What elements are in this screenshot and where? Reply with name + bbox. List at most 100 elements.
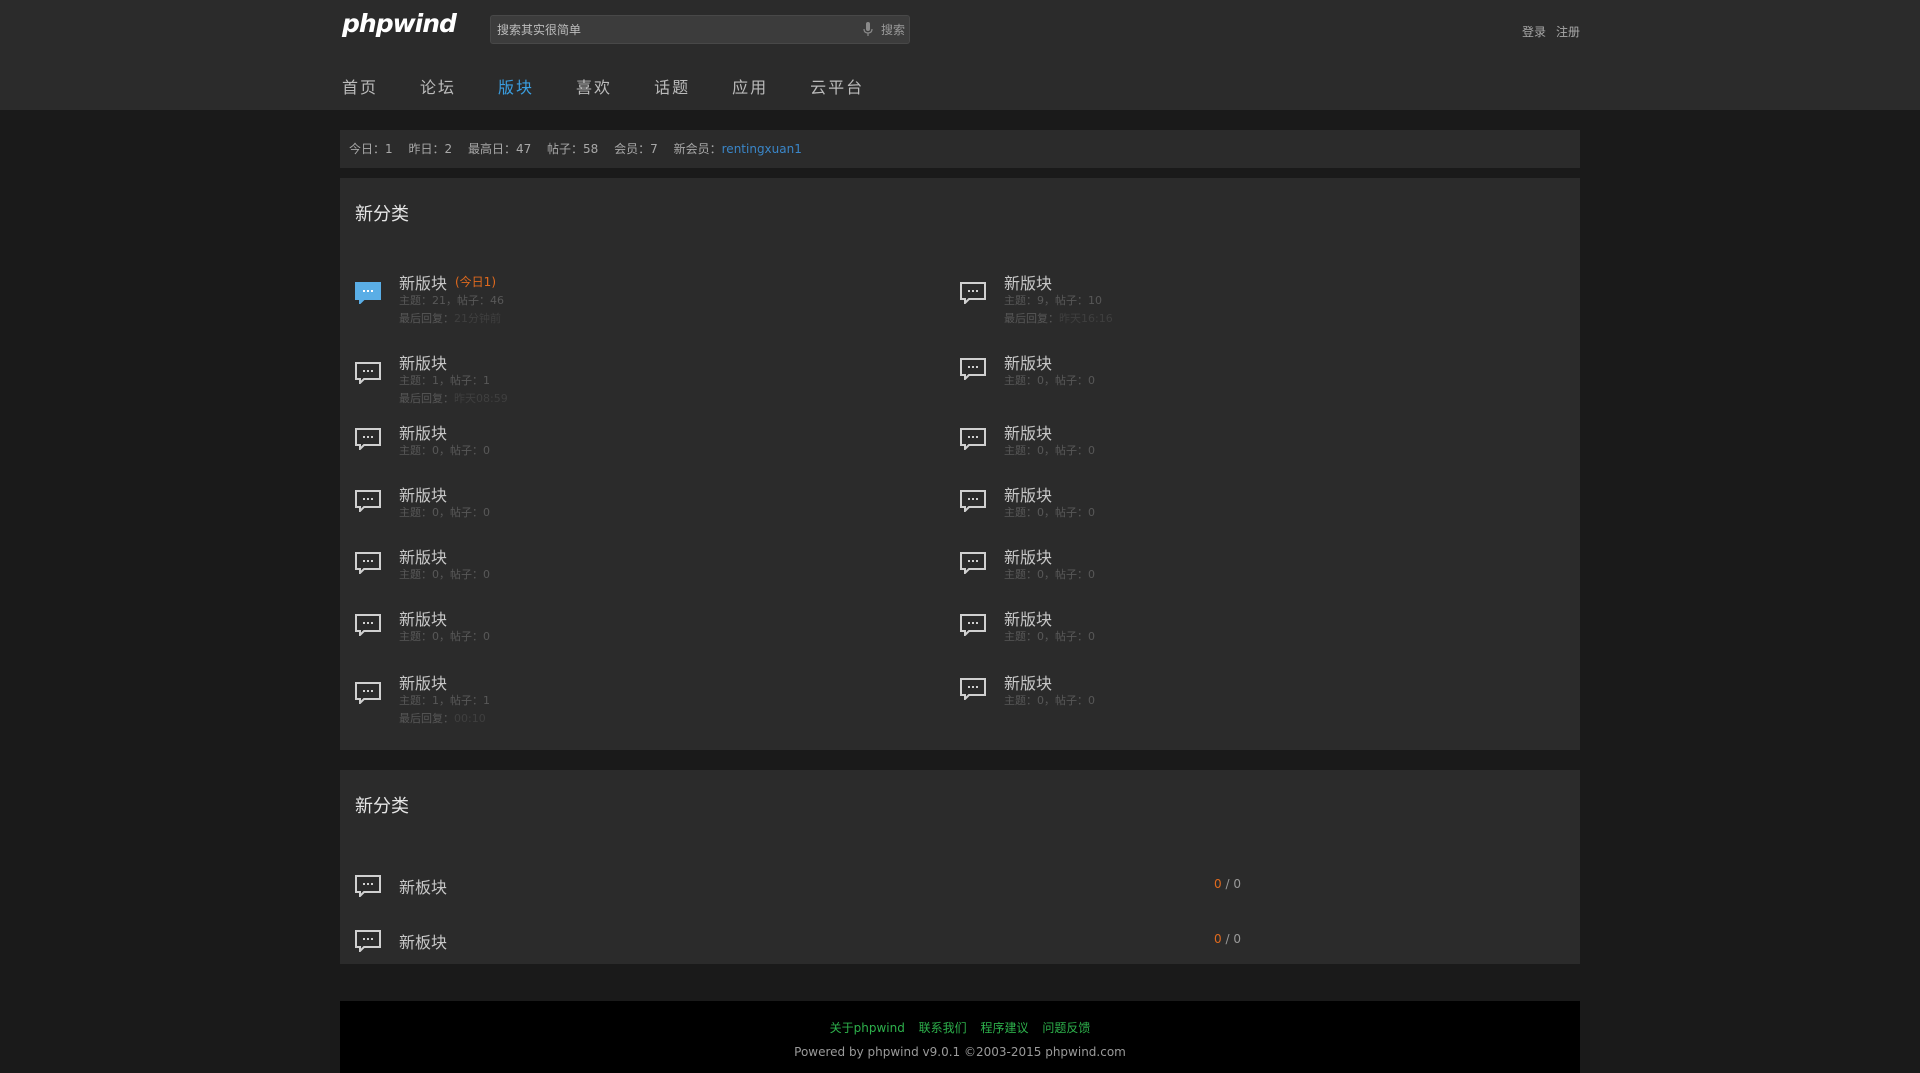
forum-stats: 主题：1，帖子：1 — [399, 374, 490, 387]
forum-chat-icon — [355, 490, 381, 514]
forum-item[interactable]: 新版块 主题：1，帖子：1 最后回复：昨天08:59 — [340, 350, 900, 410]
forum-stats: 主题：21，帖子：46 — [399, 294, 504, 307]
forum-chat-icon — [960, 358, 986, 382]
forum-name[interactable]: 新版块 — [399, 606, 447, 630]
forum-name[interactable]: 新版块 — [399, 544, 447, 568]
forum-name[interactable]: 新版块 — [1004, 270, 1052, 294]
forum-last-reply-label: 最后回复： — [399, 392, 454, 405]
footer-link-suggest[interactable]: 程序建议 — [981, 1021, 1029, 1035]
forum-total-posts: 0 — [1233, 877, 1241, 891]
category-title: 新分类 — [355, 796, 409, 817]
forum-today-posts: 0 — [1214, 932, 1222, 946]
forum-name[interactable]: 新版块 — [1004, 350, 1052, 374]
category-panel: 新分类 新板块 0 / 0 新板块 0 / 0 — [340, 770, 1580, 964]
forum-last-reply-time[interactable]: 21分钟前 — [454, 312, 501, 325]
forum-chat-icon — [355, 682, 381, 706]
forum-chat-icon — [355, 282, 381, 306]
forum-count-separator: / — [1221, 932, 1234, 946]
forum-name[interactable]: 新版块 — [1004, 420, 1052, 444]
forum-name[interactable]: 新版块 — [1004, 606, 1052, 630]
forum-last-reply-time[interactable]: 昨天16:16 — [1059, 312, 1113, 325]
forum-name[interactable]: 新版块 — [399, 670, 447, 694]
nav-home[interactable]: 首页 — [342, 74, 378, 98]
site-stats-bar: 今日：1 昨日：2 最高日：47 帖子：58 会员：7 新会员：rentingx… — [340, 130, 1580, 168]
forum-chat-icon — [960, 428, 986, 452]
forum-stats: 主题：0，帖子：0 — [399, 568, 490, 581]
forum-stats: 主题：1，帖子：1 — [399, 694, 490, 707]
forum-chat-icon — [355, 362, 381, 386]
forum-item[interactable]: 新版块 主题：0，帖子：0 — [945, 606, 1505, 666]
forum-stats: 主题：0，帖子：0 — [399, 630, 490, 643]
register-link[interactable]: 注册 — [1556, 25, 1580, 39]
stat-today: 今日：1 — [349, 142, 393, 156]
nav-topics[interactable]: 话题 — [654, 74, 690, 98]
forum-name[interactable]: 新版块 — [399, 350, 447, 374]
forum-stats: 主题：0，帖子：0 — [399, 506, 490, 519]
forum-item[interactable]: 新版块 (今日1) 主题：21，帖子：46 最后回复：21分钟前 — [340, 270, 900, 330]
site-logo[interactable]: phpwind — [342, 9, 457, 38]
forum-today-count: (今日1) — [455, 275, 496, 289]
forum-last-reply: 最后回复：00:10 — [399, 710, 486, 726]
forum-item[interactable]: 新版块 主题：0，帖子：0 — [945, 482, 1505, 542]
nav-apps[interactable]: 应用 — [732, 74, 768, 98]
forum-stats: 主题：9，帖子：10 — [1004, 294, 1102, 307]
search-button[interactable]: 搜索 — [881, 21, 905, 38]
nav-likes[interactable]: 喜欢 — [576, 74, 612, 98]
nav-boards[interactable]: 版块 — [498, 74, 534, 98]
stat-new-member-label: 新会员： — [673, 142, 722, 156]
forum-last-reply-time[interactable]: 00:10 — [454, 712, 486, 725]
footer-link-contact[interactable]: 联系我们 — [919, 1021, 967, 1035]
forum-last-reply-time[interactable]: 昨天08:59 — [454, 392, 508, 405]
forum-name[interactable]: 新板块 — [399, 874, 447, 898]
footer: 关于phpwind 联系我们 程序建议 问题反馈 Powered by phpw… — [340, 1001, 1580, 1073]
forum-stats: 主题：0，帖子：0 — [1004, 630, 1095, 643]
forum-last-reply: 最后回复：昨天08:59 — [399, 390, 508, 406]
forum-item[interactable]: 新版块 主题：0，帖子：0 — [945, 544, 1505, 604]
forum-chat-icon — [960, 678, 986, 702]
forum-name[interactable]: 新版块 — [399, 482, 447, 506]
forum-item[interactable]: 新版块 主题：0，帖子：0 — [340, 606, 900, 666]
stat-max-day: 最高日：47 — [467, 142, 532, 156]
login-link[interactable]: 登录 — [1522, 25, 1546, 39]
forum-chat-icon — [355, 428, 381, 452]
forum-chat-icon — [960, 490, 986, 514]
forum-item[interactable]: 新版块 主题：0，帖子：0 — [945, 670, 1505, 730]
forum-row[interactable]: 新板块 0 / 0 — [340, 919, 1580, 959]
forum-item[interactable]: 新版块 主题：0，帖子：0 — [340, 544, 900, 604]
forum-item[interactable]: 新版块 主题：9，帖子：10 最后回复：昨天16:16 — [945, 270, 1505, 330]
search-input[interactable] — [491, 16, 851, 43]
forum-name[interactable]: 新版块 — [1004, 544, 1052, 568]
user-links: 登录 注册 — [1512, 23, 1580, 40]
forum-item[interactable]: 新版块 主题：1，帖子：1 最后回复：00:10 — [340, 670, 900, 730]
forum-chat-icon — [355, 614, 381, 638]
nav-cloud[interactable]: 云平台 — [810, 74, 864, 98]
forum-item[interactable]: 新版块 主题：0，帖子：0 — [340, 482, 900, 542]
forum-stats: 主题：0，帖子：0 — [1004, 444, 1095, 457]
forum-name[interactable]: 新版块 — [1004, 670, 1052, 694]
nav-forum[interactable]: 论坛 — [420, 74, 456, 98]
forum-total-posts: 0 — [1233, 932, 1241, 946]
forum-item[interactable]: 新版块 主题：0，帖子：0 — [945, 420, 1505, 480]
main-nav: 首页 论坛 版块 喜欢 话题 应用 云平台 — [342, 74, 906, 98]
forum-name[interactable]: 新版块 — [399, 270, 447, 294]
stat-yesterday: 昨日：2 — [408, 142, 453, 156]
forum-stats: 主题：0，帖子：0 — [1004, 694, 1095, 707]
forum-chat-icon — [355, 552, 381, 576]
forum-item[interactable]: 新版块 主题：0，帖子：0 — [340, 420, 900, 480]
footer-link-about[interactable]: 关于phpwind — [830, 1021, 905, 1035]
category-panel: 新分类 新版块 (今日1) 主题：21，帖子：46 最后回复：21分钟前 新版块 主题：1… — [340, 178, 1580, 750]
category-title: 新分类 — [355, 204, 409, 225]
forum-name[interactable]: 新板块 — [399, 929, 447, 953]
forum-item[interactable]: 新版块 主题：0，帖子：0 — [945, 350, 1505, 410]
forum-name[interactable]: 新版块 — [1004, 482, 1052, 506]
forum-chat-icon — [960, 282, 986, 306]
forum-name[interactable]: 新版块 — [399, 420, 447, 444]
forum-row[interactable]: 新板块 0 / 0 — [340, 864, 1580, 904]
new-member-link[interactable]: rentingxuan1 — [722, 142, 802, 156]
microphone-icon[interactable] — [863, 22, 873, 37]
forum-counts: 0 / 0 — [1214, 932, 1241, 946]
search-box: 搜索 — [490, 15, 910, 44]
forum-counts: 0 / 0 — [1214, 877, 1241, 891]
footer-link-feedback[interactable]: 问题反馈 — [1042, 1021, 1090, 1035]
forum-stats: 主题：0，帖子：0 — [1004, 374, 1095, 387]
